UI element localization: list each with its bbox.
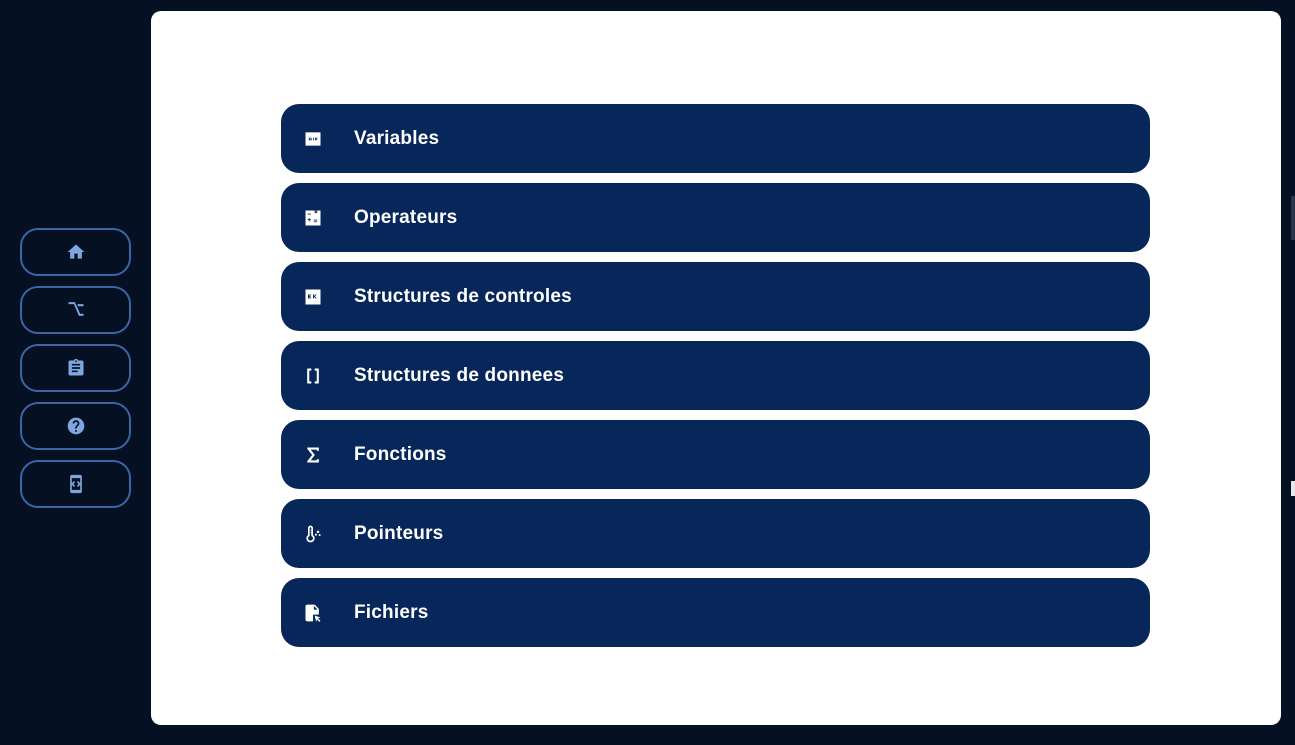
home-icon [67,244,84,259]
menu-item-fonctions[interactable]: Fonctions [281,420,1150,489]
control-box-icon [302,286,324,308]
menu-item-pointeurs[interactable]: Pointeurs [281,499,1150,568]
option-button[interactable] [20,286,131,334]
chapter-menu: Variables Operateurs Structures de contr… [281,104,1150,647]
calculator-icon [302,207,324,229]
thermometer-pointer-icon [302,523,324,545]
sigma-icon [302,444,324,466]
menu-item-label: Structures de donnees [354,364,565,386]
menu-item-structures-donnees[interactable]: Structures de donnees [281,341,1150,410]
option-key-icon [68,302,83,316]
file-cursor-icon [302,602,324,624]
clipboard-button[interactable] [20,344,131,392]
gif-box-icon [302,128,324,150]
menu-item-operateurs[interactable]: Operateurs [281,183,1150,252]
code-button[interactable] [20,460,131,508]
menu-item-label: Structures de controles [354,285,572,307]
scrollbar-marker [1291,481,1295,496]
scrollbar-thumb[interactable] [1291,196,1295,240]
help-button[interactable] [20,402,131,450]
menu-item-label: Variables [354,127,440,149]
main-panel: Variables Operateurs Structures de contr… [151,11,1281,725]
menu-item-structures-controles[interactable]: Structures de controles [281,262,1150,331]
menu-item-variables[interactable]: Variables [281,104,1150,173]
brackets-icon [302,365,324,387]
clipboard-icon [68,358,83,376]
code-device-icon [69,474,82,494]
help-circle-icon [67,417,84,435]
home-button[interactable] [20,228,131,276]
menu-item-label: Pointeurs [354,522,444,544]
menu-item-label: Operateurs [354,206,458,228]
sidebar-nav [20,228,131,508]
menu-item-label: Fichiers [354,601,429,623]
app-window: Variables Operateurs Structures de contr… [0,0,1295,745]
menu-item-fichiers[interactable]: Fichiers [281,578,1150,647]
menu-item-label: Fonctions [354,443,447,465]
